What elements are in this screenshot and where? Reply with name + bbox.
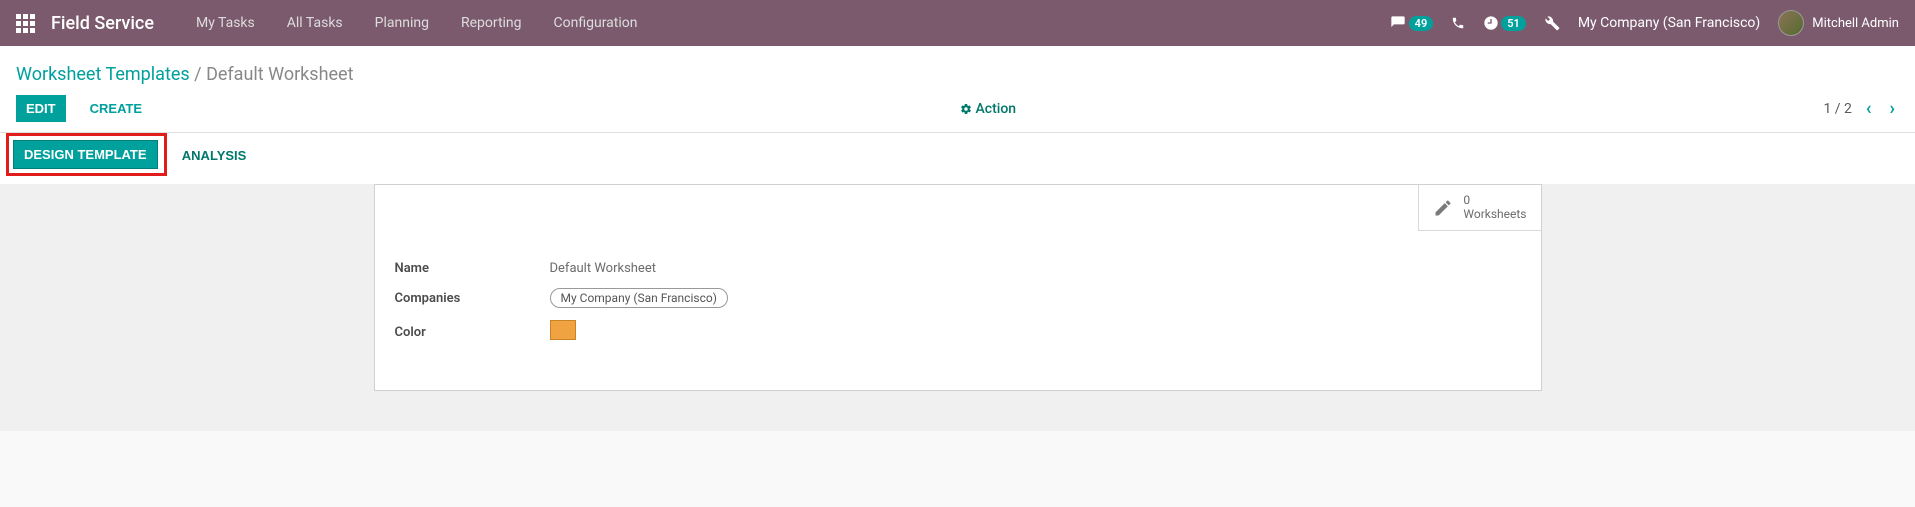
nav-item-all-tasks[interactable]: All Tasks xyxy=(273,9,357,37)
analysis-button[interactable]: Analysis xyxy=(172,142,257,169)
user-menu[interactable]: Mitchell Admin xyxy=(1778,10,1899,36)
label-companies: Companies xyxy=(395,291,550,306)
value-name: Default Worksheet xyxy=(550,261,656,276)
stat-count: 0 xyxy=(1463,194,1526,207)
row-companies: Companies My Company (San Francisco) xyxy=(395,282,1521,314)
activities-badge: 51 xyxy=(1501,16,1526,31)
stat-text: 0 Worksheets xyxy=(1463,194,1526,220)
nav-left: Field Service My Tasks All Tasks Plannin… xyxy=(16,9,651,37)
sheet-inner: Name Default Worksheet Companies My Comp… xyxy=(375,185,1541,390)
nav-menu: My Tasks All Tasks Planning Reporting Co… xyxy=(182,9,652,37)
control-panel-row: Edit Create Action 1 / 2 ‹ › xyxy=(16,91,1899,132)
top-navbar: Field Service My Tasks All Tasks Plannin… xyxy=(0,0,1915,46)
pager-prev[interactable]: ‹ xyxy=(1862,98,1876,119)
company-tag: My Company (San Francisco) xyxy=(550,288,728,308)
messages-badge: 49 xyxy=(1409,16,1434,31)
design-template-button[interactable]: Design Template xyxy=(13,140,158,169)
row-name: Name Default Worksheet xyxy=(395,255,1521,282)
avatar xyxy=(1778,10,1804,36)
color-swatch xyxy=(550,320,576,340)
stat-button-worksheets[interactable]: 0 Worksheets xyxy=(1418,185,1540,231)
breadcrumb-sep: / xyxy=(194,64,201,85)
breadcrumb-parent[interactable]: Worksheet Templates xyxy=(16,64,190,85)
form-button-bar: Design Template Analysis xyxy=(0,133,1915,184)
pencil-icon xyxy=(1433,198,1453,218)
apps-icon[interactable] xyxy=(16,14,35,33)
nav-item-reporting[interactable]: Reporting xyxy=(447,9,536,37)
messages-icon[interactable]: 49 xyxy=(1389,15,1434,31)
nav-item-configuration[interactable]: Configuration xyxy=(540,9,652,37)
app-brand[interactable]: Field Service xyxy=(51,13,154,34)
nav-item-my-tasks[interactable]: My Tasks xyxy=(182,9,269,37)
label-name: Name xyxy=(395,261,550,276)
cp-right: 1 / 2 ‹ › xyxy=(1823,98,1899,119)
cp-left: Edit Create xyxy=(16,95,152,122)
nav-right: 49 51 My Company (San Francisco) Mitchel… xyxy=(1389,10,1899,36)
label-color: Color xyxy=(395,325,550,340)
value-color xyxy=(550,320,576,344)
action-menu[interactable]: Action xyxy=(960,101,1017,117)
value-companies: My Company (San Francisco) xyxy=(550,288,728,308)
stat-label: Worksheets xyxy=(1463,208,1526,221)
edit-button[interactable]: Edit xyxy=(16,95,66,122)
company-switcher[interactable]: My Company (San Francisco) xyxy=(1578,15,1760,31)
sheet-background: 0 Worksheets Name Default Worksheet Comp… xyxy=(0,184,1915,431)
breadcrumb-current: Default Worksheet xyxy=(206,64,353,85)
debug-icon[interactable] xyxy=(1544,15,1560,31)
control-panel: Worksheet Templates / Default Worksheet … xyxy=(0,46,1915,133)
pager-next[interactable]: › xyxy=(1886,98,1899,119)
nav-item-planning[interactable]: Planning xyxy=(361,9,443,37)
activities-icon[interactable]: 51 xyxy=(1483,15,1526,31)
user-name: Mitchell Admin xyxy=(1812,16,1899,31)
row-color: Color xyxy=(395,314,1521,350)
action-label: Action xyxy=(976,101,1017,117)
pager-text: 1 / 2 xyxy=(1823,101,1851,117)
phone-icon[interactable] xyxy=(1451,16,1465,30)
create-button[interactable]: Create xyxy=(80,95,152,122)
cp-center: Action xyxy=(152,101,1823,117)
form-sheet: 0 Worksheets Name Default Worksheet Comp… xyxy=(374,184,1542,391)
gear-icon xyxy=(960,103,972,115)
breadcrumb: Worksheet Templates / Default Worksheet xyxy=(16,64,1899,85)
highlight-annotation: Design Template xyxy=(6,133,167,176)
